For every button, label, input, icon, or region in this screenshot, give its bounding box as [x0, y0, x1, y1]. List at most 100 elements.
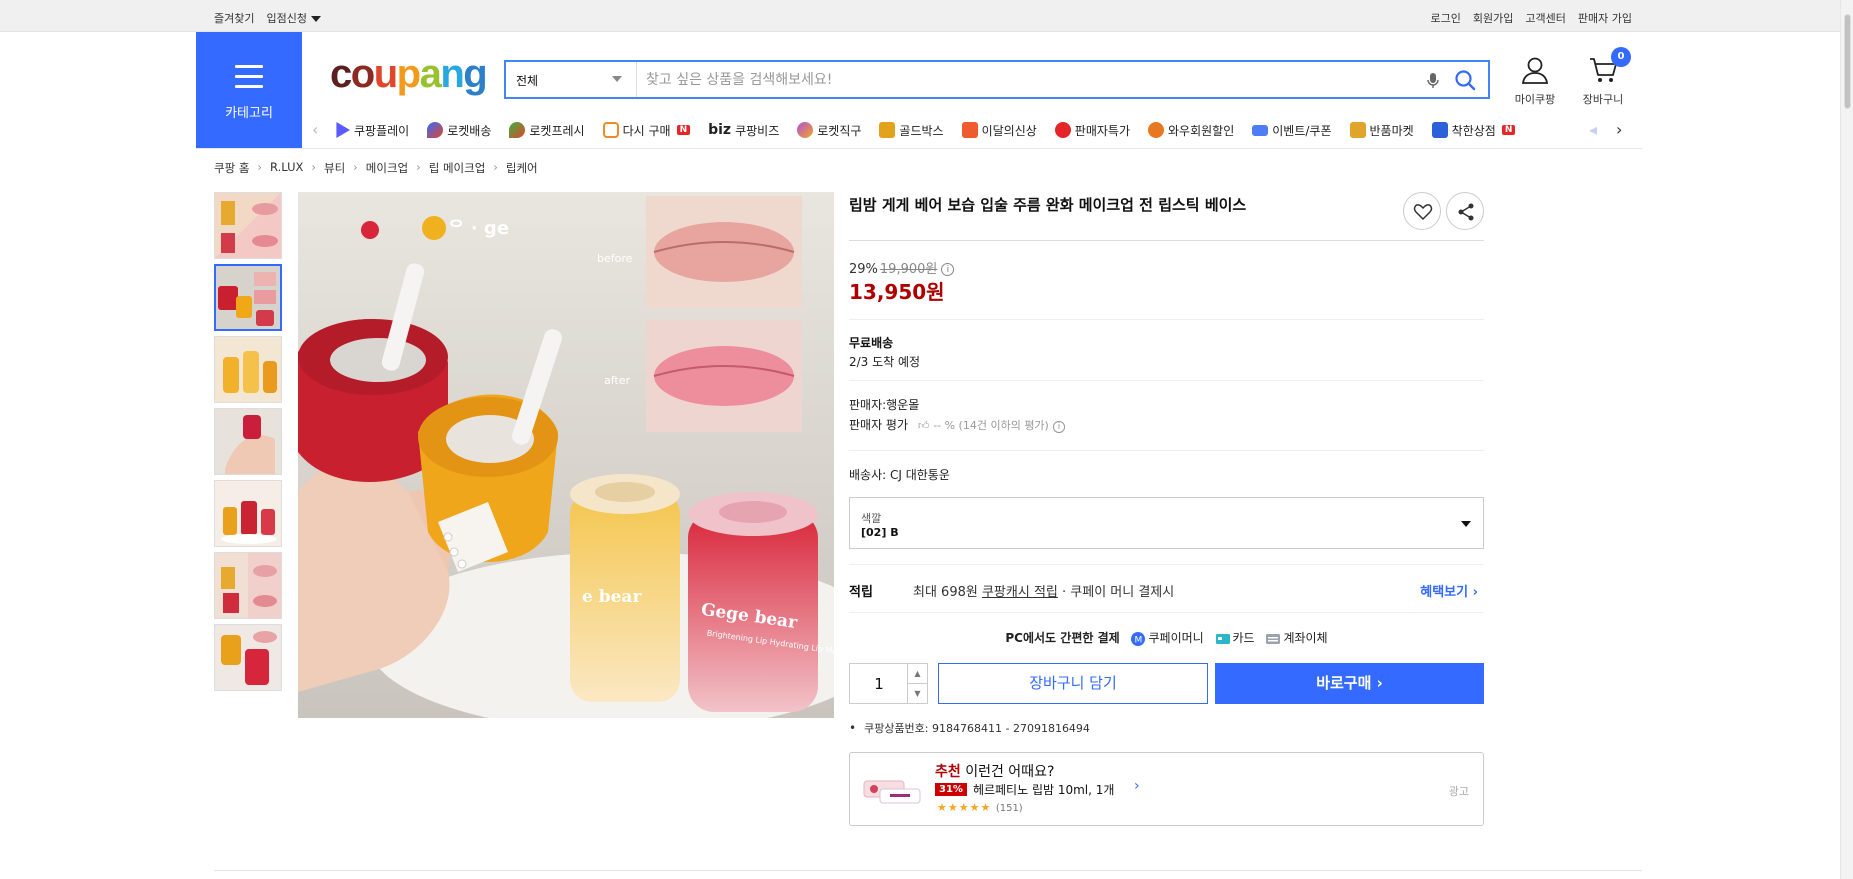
logo-letter: n	[440, 52, 464, 96]
option-select[interactable]: 색깔 [02] B	[849, 497, 1484, 549]
category-label: 카테고리	[225, 106, 273, 121]
nav-prev-arrow-icon[interactable]: ‹	[312, 120, 318, 139]
product-thumbnail[interactable]	[214, 336, 282, 403]
add-to-cart-button[interactable]: 장바구니 담기	[938, 663, 1208, 704]
star-rating-icon: ★★★★★	[937, 801, 992, 814]
nav-item-rocket-global[interactable]: 로켓직구	[797, 118, 861, 142]
microphone-icon[interactable]	[1424, 71, 1442, 89]
nav-item-label: 로켓직구	[817, 123, 862, 138]
return-market-icon	[1349, 122, 1366, 138]
heart-icon	[1413, 204, 1433, 221]
coupay-money-icon: M	[1131, 631, 1146, 646]
recommendation-accent: 추천	[935, 764, 961, 780]
nav-item-label: 쿠팡비즈	[735, 123, 780, 138]
mypage-button[interactable]: 마이쿠팡	[1503, 55, 1567, 107]
nav-prev-arrow-icon[interactable]: ◂	[1589, 120, 1597, 139]
product-thumbnail[interactable]	[214, 552, 282, 619]
breadcrumb-item[interactable]: R.LUX	[270, 160, 303, 176]
seller-name[interactable]: 판매자:행운몰	[849, 396, 919, 413]
option-value: [02] B	[861, 526, 899, 539]
product-thumbnail[interactable]	[214, 408, 282, 475]
nav-item-coupang-biz[interactable]: biz 쿠팡비즈	[708, 118, 779, 142]
product-thumbnail[interactable]	[214, 480, 282, 547]
service-nav: ‹ 쿠팡플레이 로켓배송 로켓프레시 다시 구매 N biz 쿠팡비즈 로켓직구 골…	[310, 118, 1635, 144]
nav-item-rocket-delivery[interactable]: 로켓배송	[427, 118, 491, 142]
nav-item-label: 이벤트/쿠폰	[1272, 123, 1332, 138]
reward-link[interactable]: 쿠팡캐시 적립	[982, 585, 1058, 600]
quantity-decrease-icon[interactable]: ▼	[907, 684, 927, 704]
coupang-logo[interactable]: coupang	[330, 52, 488, 97]
main-product-image[interactable]: before after ᄋ · ge e bear Gege bear Bri…	[298, 192, 834, 718]
nav-item-coupang-play[interactable]: 쿠팡플레이	[334, 118, 409, 142]
info-icon[interactable]: i	[941, 263, 955, 276]
quantity-value[interactable]: 1	[850, 675, 908, 693]
nav-item-monthly-new[interactable]: 이달의신상	[961, 118, 1037, 142]
chevron-right-icon: ›	[416, 160, 421, 174]
support-link[interactable]: 고객센터	[1525, 10, 1565, 26]
seller-signup-link[interactable]: 판매자 가입	[1578, 10, 1632, 26]
nav-item-event-coupon[interactable]: 이벤트/쿠폰	[1252, 118, 1332, 142]
page-scrollbar[interactable]	[1840, 0, 1853, 879]
nav-item-seller-deal[interactable]: 판매자특가	[1054, 118, 1130, 142]
share-icon	[1458, 203, 1474, 221]
category-menu-button[interactable]: 카테고리	[196, 32, 302, 148]
recommendation-discount: 31%	[935, 783, 967, 796]
mypage-label: 마이쿠팡	[1514, 93, 1556, 106]
breadcrumb-item[interactable]: 뷰티	[324, 160, 345, 176]
search-bar: 전체	[504, 60, 1490, 99]
good-store-icon	[1431, 122, 1448, 138]
wishlist-button[interactable]	[1403, 192, 1441, 230]
nav-item-goldbox[interactable]: 골드박스	[879, 118, 944, 142]
cart-button[interactable]: 장바구니 0	[1571, 47, 1635, 107]
breadcrumb-item[interactable]: 립케어	[506, 160, 538, 176]
product-thumbnail[interactable]	[214, 192, 282, 259]
apply-label: 입점신청	[266, 12, 307, 25]
share-button[interactable]	[1446, 192, 1484, 230]
sticker-text: ᄋ · ge	[448, 218, 509, 239]
nav-item-rocket-fresh[interactable]: 로켓프레시	[509, 118, 585, 142]
page-divider	[214, 870, 1642, 871]
signup-link[interactable]: 회원가입	[1473, 10, 1513, 26]
benefit-more-link[interactable]: 혜택보기 ›	[1420, 581, 1478, 600]
new-icon	[961, 122, 978, 138]
quantity-stepper[interactable]: 1 ▲ ▼	[849, 663, 928, 704]
seller-rating: 판매자 평가 👍︎ -- % (14건 이하의 평가) i	[849, 416, 1066, 433]
chevron-right-icon: ›	[493, 160, 498, 174]
goldbox-icon	[879, 122, 896, 138]
review-count: (151)	[995, 803, 1023, 814]
easy-pay-bar: PC에서도 간편한 결제 M 쿠페이머니 카드 계좌이체	[849, 629, 1484, 646]
chevron-right-icon[interactable]: ›	[1134, 778, 1140, 794]
recommendation-headline: 추천 이런건 어때요?	[935, 761, 1054, 781]
search-input[interactable]	[646, 62, 1406, 97]
bookmark-link[interactable]: 즐겨찾기	[214, 10, 254, 26]
quantity-increase-icon[interactable]: ▲	[907, 664, 927, 684]
nav-item-wow-discount[interactable]: 와우회원할인	[1148, 118, 1234, 142]
nav-item-good-store[interactable]: 착한상점 N	[1431, 118, 1516, 142]
login-link[interactable]: 로그인	[1431, 10, 1461, 26]
recommendation-card[interactable]: 추천 이런건 어때요? 31% 헤르페티노 립밤 10ml, 1개 › ★★★★…	[849, 752, 1484, 826]
reward-prefix: 최대 698원	[913, 585, 982, 600]
seller-deal-icon	[1054, 122, 1071, 138]
product-thumbnail[interactable]	[214, 624, 282, 691]
nav-item-label: 쿠팡플레이	[354, 123, 410, 138]
breadcrumb-item[interactable]: 메이크업	[366, 160, 408, 176]
nav-item-rebuy[interactable]: 다시 구매 N	[602, 118, 691, 142]
buy-now-button[interactable]: 바로구매 ›	[1215, 663, 1484, 704]
topbar-right: 로그인 회원가입 고객센터 판매자 가입	[1431, 10, 1632, 26]
scrollbar-thumb[interactable]	[1844, 14, 1851, 109]
nav-item-label: 다시 구매	[622, 123, 671, 138]
section-divider	[849, 612, 1484, 613]
new-badge: N	[1501, 125, 1516, 135]
product-thumbnail-selected[interactable]	[214, 264, 282, 331]
chevron-right-icon: ›	[257, 160, 263, 174]
breadcrumb-item[interactable]: 립 메이크업	[429, 160, 486, 176]
apply-seller-link[interactable]: 입점신청	[266, 10, 321, 26]
breadcrumb-item[interactable]: 쿠팡 홈	[214, 160, 249, 176]
search-scope-select[interactable]: 전체	[506, 62, 637, 97]
nav-item-label: 이달의신상	[981, 123, 1037, 138]
search-icon[interactable]	[1454, 69, 1476, 91]
nav-item-return-market[interactable]: 반품마켓	[1349, 118, 1414, 142]
nav-next-arrow-icon[interactable]: ›	[1616, 120, 1622, 139]
wow-icon	[1148, 122, 1164, 138]
info-icon[interactable]: i	[1052, 421, 1066, 433]
